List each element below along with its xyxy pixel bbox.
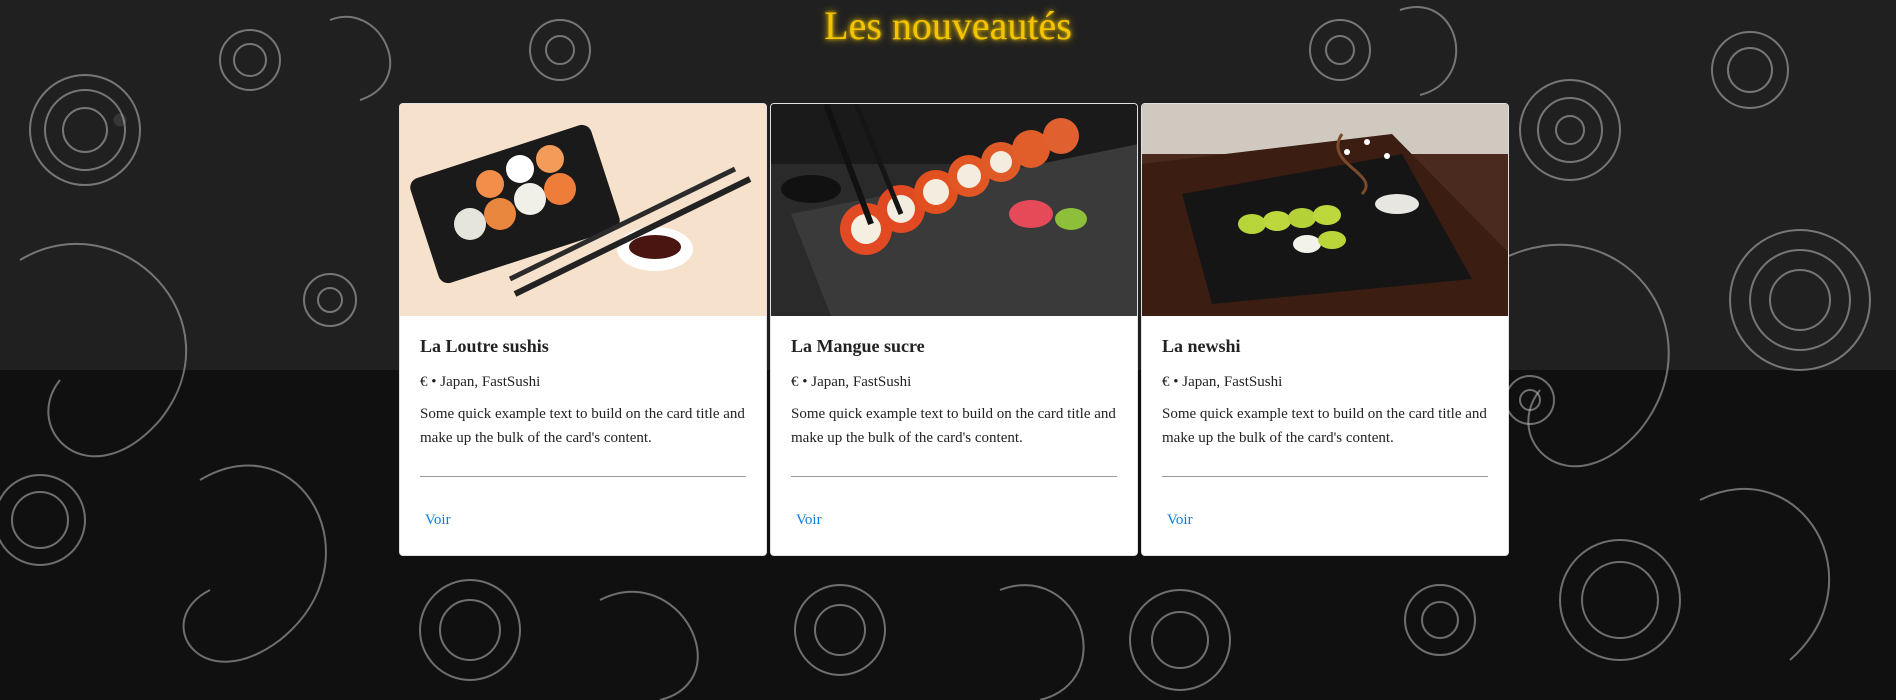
card-meta: € • Japan, FastSushi [1162, 374, 1283, 390]
page-title: Les nouveautés [824, 3, 1072, 48]
card-meta: € • Japan, FastSushi [420, 374, 541, 390]
restaurant-card: La Mangue sucre € • Japan, FastSushi Som… [770, 103, 1138, 556]
card-divider [791, 476, 1117, 477]
restaurant-card: La Loutre sushis € • Japan, FastSushi So… [399, 103, 767, 556]
avocado-rolls-image [1142, 104, 1508, 316]
sushi-box-image [400, 104, 766, 316]
sushi-rolls-image [771, 104, 1137, 316]
card-divider [420, 476, 746, 477]
card-text: Some quick example text to build on the … [791, 406, 1116, 446]
voir-link[interactable]: Voir [796, 512, 822, 529]
card-title: La Loutre sushis [420, 336, 549, 356]
voir-link[interactable]: Voir [1167, 512, 1193, 529]
card-deck: La Loutre sushis € • Japan, FastSushi So… [399, 103, 1509, 556]
card-meta: € • Japan, FastSushi [791, 374, 912, 390]
card-divider [1162, 476, 1488, 477]
card-text: Some quick example text to build on the … [1162, 406, 1487, 446]
restaurant-card: La newshi € • Japan, FastSushi Some quic… [1141, 103, 1509, 556]
voir-link[interactable]: Voir [425, 512, 451, 529]
card-title: La newshi [1162, 336, 1241, 356]
card-title: La Mangue sucre [791, 336, 925, 356]
card-text: Some quick example text to build on the … [420, 406, 745, 446]
